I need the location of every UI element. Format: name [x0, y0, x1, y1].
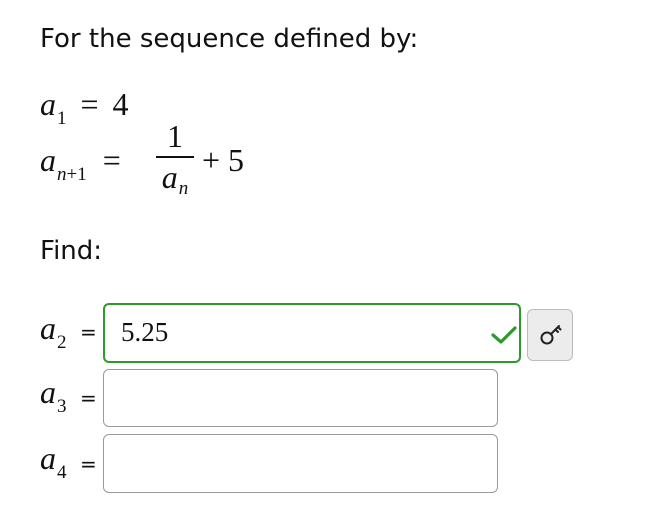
answer-equals-a3: = — [80, 386, 97, 410]
answer-equals-a4: = — [80, 452, 97, 476]
initial-term: a1 = 4 — [40, 86, 129, 129]
key-icon — [540, 325, 562, 345]
initial-term-value: 4 — [112, 86, 129, 122]
recurrence-lhs: an+1 = — [40, 142, 121, 185]
find-label: Find: — [40, 236, 103, 266]
recurrence-tail: + 5 — [202, 142, 245, 178]
recurrence-subscript-var: n — [57, 164, 67, 185]
key-button[interactable] — [527, 309, 573, 361]
fraction-numerator: 1 — [167, 118, 183, 154]
answer-label-a2: a2 — [40, 310, 67, 353]
answer-equals-a2: = — [80, 320, 97, 344]
answer-input-a2[interactable]: 5.25 — [103, 303, 521, 363]
initial-term-var: a — [40, 86, 56, 122]
answer-input-a4[interactable] — [103, 434, 498, 493]
recurrence-fraction: 1 an — [156, 118, 194, 200]
checkmark-icon — [491, 326, 517, 344]
fraction-denominator: an — [161, 159, 189, 199]
answer-label-a4: a4 — [40, 440, 67, 483]
answer-value-a2: 5.25 — [121, 317, 169, 347]
answer-label-a3: a3 — [40, 374, 67, 417]
problem-heading: For the sequence defined by: — [40, 24, 419, 54]
recurrence-var: a — [40, 142, 56, 178]
answer-input-a3[interactable] — [103, 369, 498, 427]
recurrence-equals: = — [102, 142, 121, 178]
initial-term-equals: = — [80, 86, 99, 122]
fraction-bar — [156, 156, 194, 158]
initial-term-subscript: 1 — [57, 108, 67, 129]
recurrence-subscript-plus: +1 — [66, 164, 87, 185]
